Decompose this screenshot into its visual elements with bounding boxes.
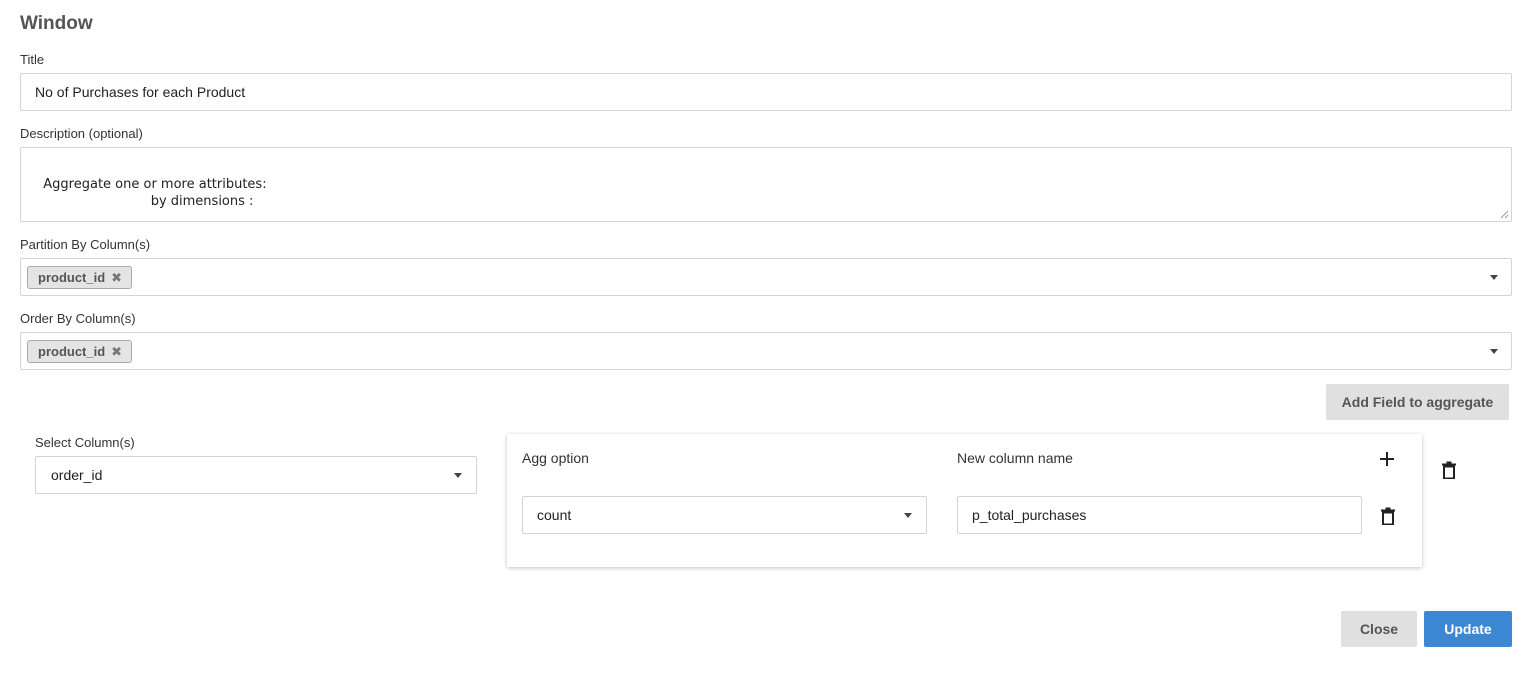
trash-icon[interactable] — [1381, 507, 1395, 525]
caret-down-icon[interactable] — [1490, 275, 1498, 280]
title-input[interactable]: No of Purchases for each Product — [20, 73, 1512, 111]
partition-label: Partition By Column(s) — [20, 237, 151, 252]
order-label: Order By Column(s) — [20, 311, 136, 326]
description-text: Aggregate one or more attributes: by dim… — [43, 177, 267, 209]
new-column-input[interactable]: p_total_purchases — [957, 496, 1362, 534]
select-columns-dropdown[interactable]: order_id — [35, 456, 477, 494]
select-columns-label: Select Column(s) — [35, 435, 135, 450]
aggregation-card: Agg option New column name count p_total… — [507, 434, 1422, 567]
add-field-button[interactable]: Add Field to aggregate — [1326, 384, 1509, 420]
new-column-value: p_total_purchases — [972, 507, 1087, 523]
order-tag: product_id ✖ — [27, 340, 133, 363]
close-button[interactable]: Close — [1341, 611, 1417, 647]
resize-grip-icon[interactable] — [1500, 210, 1509, 219]
close-icon[interactable]: ✖ — [111, 344, 122, 360]
description-textarea[interactable]: Aggregate one or more attributes: by dim… — [20, 147, 1512, 222]
agg-option-label: Agg option — [522, 450, 589, 466]
window-heading: Window — [20, 13, 93, 34]
caret-down-icon — [904, 513, 912, 518]
update-button[interactable]: Update — [1424, 611, 1512, 647]
title-input-value: No of Purchases for each Product — [35, 84, 246, 100]
caret-down-icon — [454, 473, 462, 478]
description-label: Description (optional) — [20, 126, 143, 141]
new-column-label: New column name — [957, 450, 1073, 466]
order-tag-label: product_id — [38, 344, 106, 359]
partition-tag-label: product_id — [38, 270, 106, 285]
agg-option-dropdown[interactable]: count — [522, 496, 927, 534]
partition-multiselect[interactable]: product_id ✖ — [20, 258, 1512, 296]
order-multiselect[interactable]: product_id ✖ — [20, 332, 1512, 370]
trash-icon[interactable] — [1442, 461, 1456, 479]
close-icon[interactable]: ✖ — [111, 270, 122, 286]
plus-icon[interactable] — [1379, 451, 1395, 467]
agg-option-value: count — [537, 507, 572, 523]
partition-tag: product_id ✖ — [27, 266, 133, 289]
caret-down-icon[interactable] — [1490, 349, 1498, 354]
title-label: Title — [20, 52, 45, 67]
select-columns-value: order_id — [51, 467, 103, 483]
